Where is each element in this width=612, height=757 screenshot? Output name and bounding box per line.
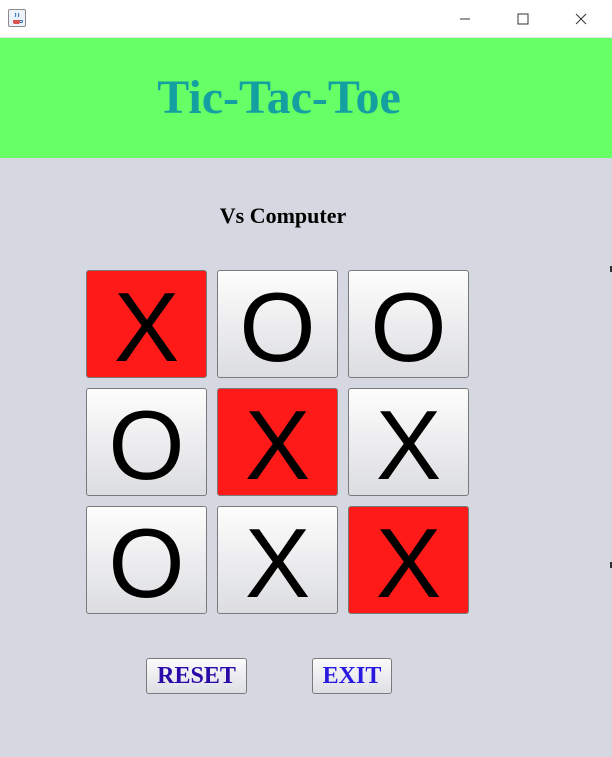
board-cell[interactable]: X (217, 506, 338, 614)
board-cell[interactable]: X (348, 506, 469, 614)
exit-button[interactable]: EXIT (312, 658, 392, 694)
close-icon (575, 13, 587, 25)
game-mode-label: Vs Computer (219, 203, 347, 228)
board-cell[interactable]: X (348, 388, 469, 496)
coffee-cup-icon (13, 12, 23, 24)
minimize-icon (460, 18, 470, 20)
board-cell[interactable]: X (217, 388, 338, 496)
maximize-icon (517, 13, 529, 25)
board-cell[interactable]: O (86, 506, 207, 614)
board-cell[interactable]: X (86, 270, 207, 378)
maximize-button[interactable] (494, 0, 552, 38)
board-cell[interactable]: O (217, 270, 338, 378)
reset-button[interactable]: RESET (146, 658, 247, 694)
close-button[interactable] (552, 0, 610, 38)
minimize-button[interactable] (436, 0, 494, 38)
board-cell[interactable]: O (348, 270, 469, 378)
java-app-icon[interactable] (8, 9, 26, 27)
page-title: Tic-Tac-Toe (157, 71, 401, 124)
game-board: X O O O X X O X X (86, 270, 470, 615)
window-titlebar (0, 0, 612, 38)
board-cell[interactable]: O (86, 388, 207, 496)
